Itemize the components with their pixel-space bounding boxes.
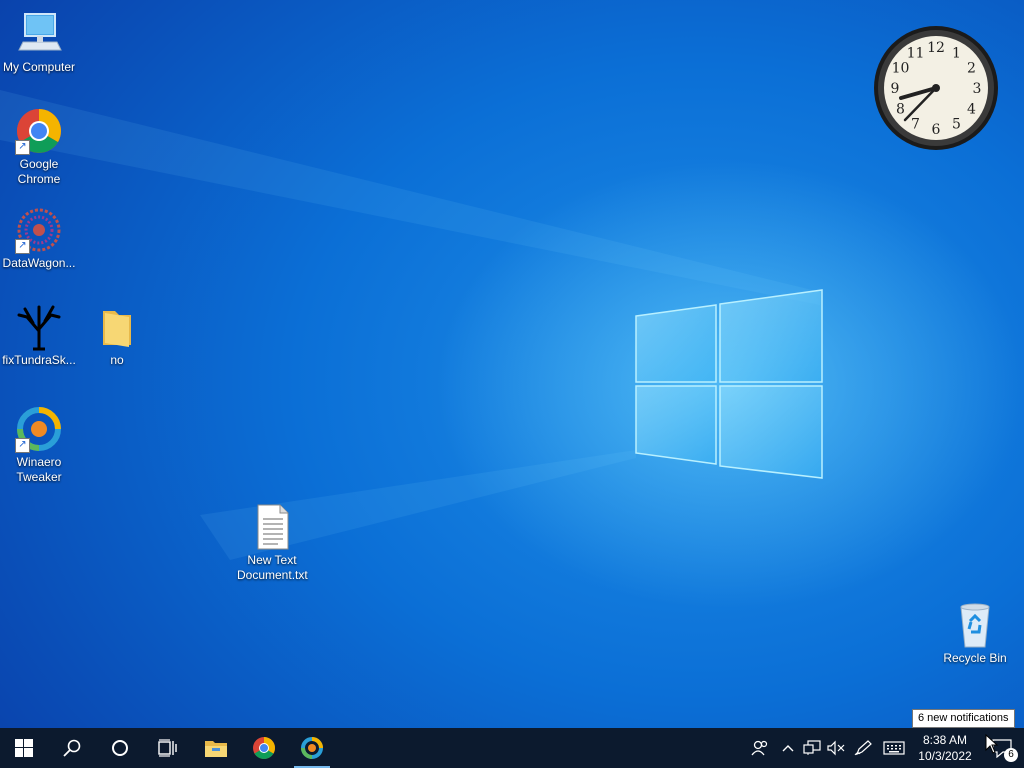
clock-numeral: 11 [907,45,925,61]
clock-numeral: 5 [952,117,961,133]
touch-keyboard-button[interactable] [878,728,910,768]
tray-date: 10/3/2022 [918,749,972,763]
mouse-cursor-icon [985,734,999,754]
clock-numeral: 8 [896,102,905,118]
desktop-icon-label: Recycle Bin [943,651,1007,665]
desktop-icon-label: My Computer [2,60,76,74]
desktop-icon-datawagon[interactable]: ↗ DataWagon... [0,206,78,271]
desktop-icon-label: fixTundraSk... [2,353,76,367]
shortcut-arrow-icon: ↗ [15,140,30,155]
desktop-icon-winaero-tweaker[interactable]: ↗ Winaero Tweaker [0,405,78,485]
clock-numeral: 6 [932,122,941,138]
desktop-icon-new-text-document[interactable]: New Text Document.txt [233,503,311,583]
clock-date-button[interactable]: 8:38 AM 10/3/2022 [910,732,980,764]
desktop-icon-label: DataWagon... [2,256,76,270]
notifications-tooltip: 6 new notifications [912,709,1015,728]
desktop-icon-label: New Text Document.txt [237,553,308,582]
clock-numeral: 7 [911,117,920,133]
shortcut-arrow-icon: ↗ [15,438,30,453]
desktop-icon-my-computer[interactable]: My Computer [0,10,78,75]
task-view-icon [158,739,177,757]
winaero-tweaker-icon [301,737,323,759]
taskbar-winaero-tweaker[interactable] [288,728,336,768]
people-icon [751,740,768,756]
volume-button[interactable] [824,728,848,768]
notification-count-badge: 6 [1004,748,1018,762]
task-view-button[interactable] [144,728,192,768]
clock-numeral: 10 [892,61,910,77]
desktop-icon-recycle-bin[interactable]: Recycle Bin [936,601,1014,666]
desktop-icon-no-folder[interactable]: no [78,303,156,368]
desktop-icon-label: Winaero Tweaker [16,455,62,484]
pen-workspace-button[interactable] [848,728,878,768]
tree-icon [15,303,63,351]
pen-icon [854,740,872,756]
cortana-button[interactable] [96,728,144,768]
computer-icon [15,10,63,58]
search-icon [63,739,81,757]
clock-numeral: 9 [891,81,900,97]
folder-icon [93,303,141,351]
network-button[interactable] [800,728,824,768]
desktop-icon-fixtundrask[interactable]: fixTundraSk... [0,303,78,368]
taskbar-file-explorer[interactable] [192,728,240,768]
datawagon-icon: ↗ [15,206,63,254]
taskbar-chrome[interactable] [240,728,288,768]
taskbar: 8:38 AM 10/3/2022 6 [0,728,1024,768]
recycle-bin-icon [951,601,999,649]
clock-numeral: 1 [952,45,961,61]
chrome-icon: ↗ [15,107,63,155]
file-explorer-icon [205,741,227,757]
system-tray: 8:38 AM 10/3/2022 6 [744,728,1024,768]
clock-numeral: 4 [967,102,976,118]
clock-gadget[interactable]: 12 12 3 45678 9 1011 [873,25,999,151]
cortana-circle-icon [112,740,128,756]
start-button[interactable] [0,728,48,768]
winaero-tweaker-icon: ↗ [15,405,63,453]
volume-muted-icon [827,740,845,756]
tray-time: 8:38 AM [922,733,968,747]
search-button[interactable] [48,728,96,768]
chrome-icon [253,737,275,759]
windows-logo-icon [15,739,33,757]
desktop-icon-label: no [110,353,124,367]
keyboard-icon [883,741,905,755]
clock-numeral: 3 [973,81,982,97]
show-hidden-icons-button[interactable] [776,728,800,768]
clock-numeral: 2 [967,61,976,77]
desktop-icon-google-chrome[interactable]: ↗ Google Chrome [0,107,78,187]
text-file-icon [248,503,296,551]
clock-numeral: 12 [927,40,945,56]
network-icon [803,740,821,755]
chevron-up-icon [782,745,794,752]
people-button[interactable] [744,728,776,768]
shortcut-arrow-icon: ↗ [15,239,30,254]
desktop-icon-label: Google Chrome [17,157,61,186]
